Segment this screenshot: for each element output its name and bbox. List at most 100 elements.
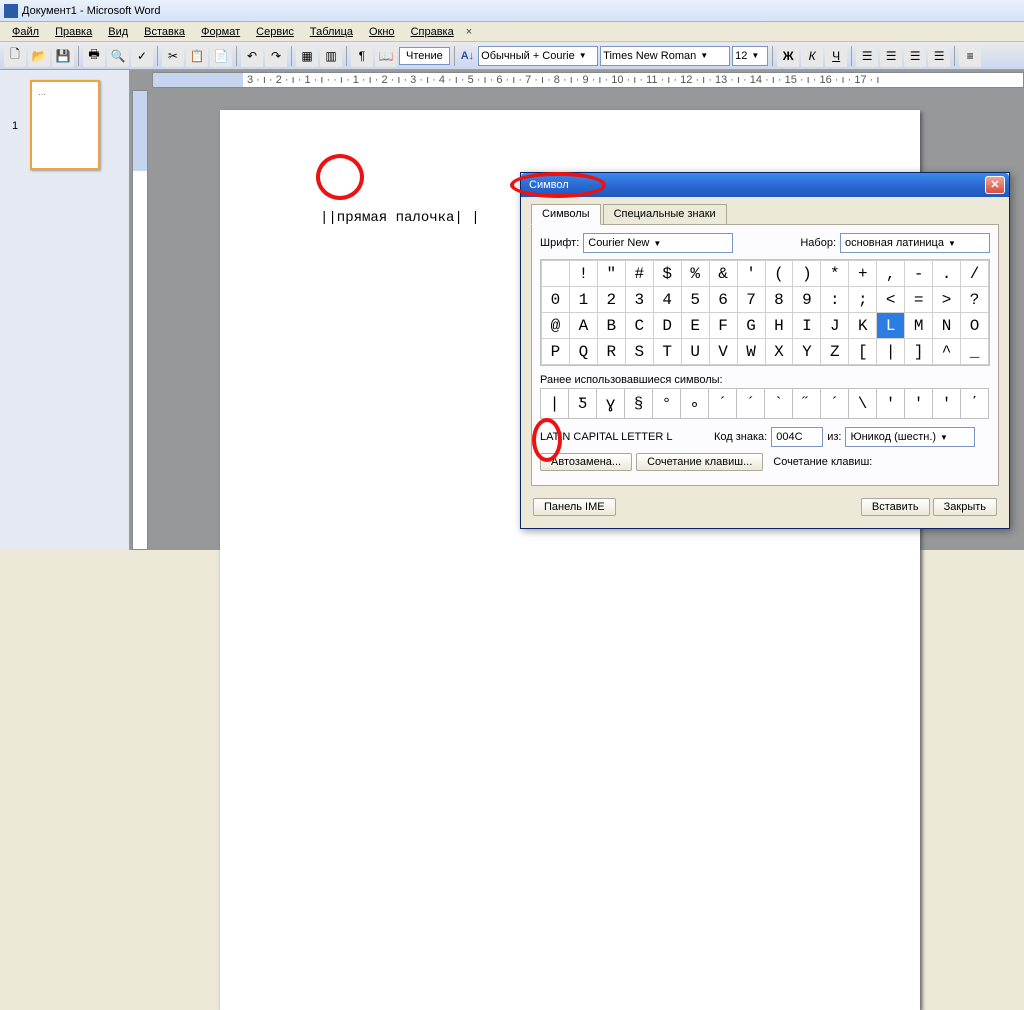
menu-file[interactable]: Файл	[4, 24, 47, 40]
grid-cell[interactable]: 6	[709, 287, 737, 313]
grid-cell[interactable]: F	[709, 313, 737, 339]
dialog-titlebar[interactable]: Символ ✕	[521, 173, 1009, 197]
underline-button[interactable]: Ч	[825, 45, 847, 67]
grid-cell[interactable]: Z	[821, 339, 849, 365]
recent-cell[interactable]: Ƽ	[569, 389, 597, 419]
grid-cell[interactable]: )	[793, 261, 821, 287]
grid-cell[interactable]: X	[765, 339, 793, 365]
grid-cell[interactable]: (	[765, 261, 793, 287]
ime-button[interactable]: Панель IME	[533, 498, 616, 516]
menu-window[interactable]: Окно	[361, 24, 403, 40]
menu-tools[interactable]: Сервис	[248, 24, 302, 40]
grid-cell[interactable]: ^	[933, 339, 961, 365]
align-center-icon[interactable]: ☰	[880, 45, 902, 67]
cut-icon[interactable]: ✂	[162, 45, 184, 67]
grid-cell[interactable]: "	[597, 261, 625, 287]
recent-cell[interactable]: ´	[821, 389, 849, 419]
paste-icon[interactable]: 📄	[210, 45, 232, 67]
grid-cell[interactable]: >	[933, 287, 961, 313]
grid-cell[interactable]: T	[653, 339, 681, 365]
character-grid[interactable]: !"#$%&'()*+,-./0123456789:;<=>?@ABCDEFGH…	[540, 259, 990, 366]
encoding-select[interactable]: Юникод (шестн.)▼	[845, 427, 975, 447]
recent-cell[interactable]: ´	[709, 389, 737, 419]
grid-cell[interactable]: K	[849, 313, 877, 339]
menu-insert[interactable]: Вставка	[136, 24, 193, 40]
grid-cell[interactable]: S	[625, 339, 653, 365]
font-select[interactable]: Courier New▼	[583, 233, 733, 253]
grid-cell[interactable]: :	[821, 287, 849, 313]
redo-icon[interactable]: ↷	[265, 45, 287, 67]
grid-cell[interactable]: C	[625, 313, 653, 339]
font-combo[interactable]: Times New Roman▼	[600, 46, 730, 66]
grid-cell[interactable]: Q	[569, 339, 597, 365]
grid-cell[interactable]: A	[569, 313, 597, 339]
grid-cell[interactable]: !	[569, 261, 597, 287]
grid-cell[interactable]: &	[709, 261, 737, 287]
style-combo[interactable]: Обычный + Courie▼	[478, 46, 598, 66]
grid-cell[interactable]: P	[542, 339, 570, 365]
reading-button[interactable]: Чтение	[399, 47, 450, 65]
preview-icon[interactable]: 🔍	[107, 45, 129, 67]
italic-button[interactable]: К	[801, 45, 823, 67]
set-select[interactable]: основная латиница▼	[840, 233, 990, 253]
close-icon[interactable]: ✕	[985, 176, 1005, 194]
recent-cell[interactable]: \	[849, 389, 877, 419]
recent-cell[interactable]: ʹ	[933, 389, 961, 419]
style-a-icon[interactable]: A↓	[461, 50, 474, 62]
grid-cell[interactable]: O	[961, 313, 989, 339]
code-input[interactable]	[771, 427, 823, 447]
recent-cell[interactable]: ′	[905, 389, 933, 419]
grid-cell[interactable]: 7	[737, 287, 765, 313]
menu-view[interactable]: Вид	[100, 24, 136, 40]
recent-cell[interactable]: `	[765, 389, 793, 419]
new-doc-icon[interactable]: 🗋	[4, 45, 26, 67]
grid-cell[interactable]: V	[709, 339, 737, 365]
grid-cell[interactable]: .	[933, 261, 961, 287]
grid-cell[interactable]: ;	[849, 287, 877, 313]
print-icon[interactable]: 🖶	[83, 45, 105, 67]
grid-cell[interactable]: 2	[597, 287, 625, 313]
recent-cell[interactable]: ɣ	[597, 389, 625, 419]
bold-button[interactable]: Ж	[777, 45, 799, 67]
grid-cell[interactable]: J	[821, 313, 849, 339]
grid-cell[interactable]: G	[737, 313, 765, 339]
vertical-ruler[interactable]	[132, 90, 148, 550]
tab-special[interactable]: Специальные знаки	[603, 204, 727, 225]
recent-cell[interactable]: °	[653, 389, 681, 419]
grid-cell[interactable]: 9	[793, 287, 821, 313]
page-thumbnail[interactable]: …	[30, 80, 100, 170]
grid-cell[interactable]: 5	[681, 287, 709, 313]
grid-cell[interactable]: $	[653, 261, 681, 287]
copy-icon[interactable]: 📋	[186, 45, 208, 67]
grid-cell[interactable]: B	[597, 313, 625, 339]
grid-cell[interactable]: L	[877, 313, 905, 339]
grid-cell[interactable]: 1	[569, 287, 597, 313]
open-icon[interactable]: 📂	[28, 45, 50, 67]
recent-cell[interactable]: ´	[737, 389, 765, 419]
book-icon[interactable]: 📖	[375, 45, 397, 67]
grid-cell[interactable]: /	[961, 261, 989, 287]
grid-cell[interactable]: N	[933, 313, 961, 339]
table-icon[interactable]: ▦	[296, 45, 318, 67]
undo-icon[interactable]: ↶	[241, 45, 263, 67]
grid-cell[interactable]: 3	[625, 287, 653, 313]
horizontal-ruler[interactable]: 3 · ı · 2 · ı · 1 · ı · · ı · 1 · ı · 2 …	[152, 72, 1024, 88]
grid-cell[interactable]: 4	[653, 287, 681, 313]
grid-cell[interactable]: W	[737, 339, 765, 365]
grid-cell[interactable]: U	[681, 339, 709, 365]
recent-cell[interactable]: ʹ	[877, 389, 905, 419]
save-icon[interactable]: 💾	[52, 45, 74, 67]
insert-button[interactable]: Вставить	[861, 498, 930, 516]
grid-cell[interactable]: M	[905, 313, 933, 339]
line-spacing-icon[interactable]: ≡	[959, 45, 981, 67]
grid-cell[interactable]: ]	[905, 339, 933, 365]
grid-cell[interactable]: |	[877, 339, 905, 365]
grid-cell[interactable]: '	[737, 261, 765, 287]
grid-cell[interactable]: -	[905, 261, 933, 287]
recent-cell[interactable]: ΄	[961, 389, 989, 419]
menu-help[interactable]: Справка	[403, 24, 462, 40]
grid-cell[interactable]: H	[765, 313, 793, 339]
recent-cell[interactable]: ∘	[681, 389, 709, 419]
grid-cell[interactable]: #	[625, 261, 653, 287]
size-combo[interactable]: 12▼	[732, 46, 768, 66]
